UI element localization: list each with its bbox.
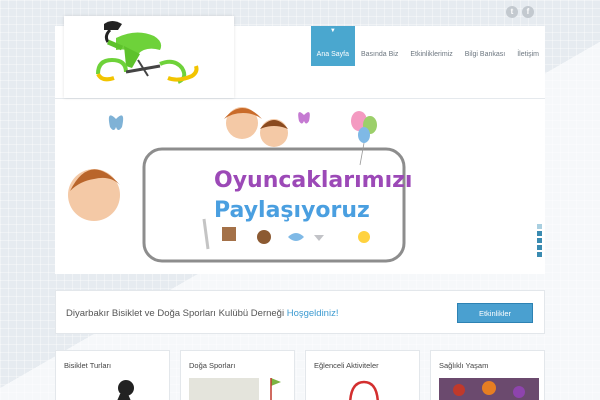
slider-dot[interactable] xyxy=(537,252,542,257)
card-doga-sporlari[interactable]: Doğa Sporları xyxy=(180,350,295,400)
nav-item-label: Basında Biz xyxy=(360,51,399,58)
nature-thumbnail-icon xyxy=(189,378,281,400)
nav-item-bilgi-bankasi[interactable]: Bilgi Bankası xyxy=(459,26,511,66)
welcome-message: Diyarbakır Bisiklet ve Doğa Sporları Kul… xyxy=(66,308,287,319)
nav-item-label: İletişim xyxy=(517,51,539,58)
welcome-highlight: Hoşgeldiniz! xyxy=(286,308,339,319)
slider-pagination xyxy=(537,224,542,257)
health-thumbnail-icon xyxy=(439,378,539,400)
facebook-icon[interactable]: f xyxy=(522,6,534,18)
card-eglenceli-aktiviteler[interactable]: Eğlenceli Aktiviteler xyxy=(305,350,420,400)
slide-headline-line1: Oyuncaklarımızı xyxy=(214,168,412,193)
slider-dot[interactable] xyxy=(537,245,542,250)
card-saglikli-yasam[interactable]: Sağlıklı Yaşam xyxy=(430,350,545,400)
slider-dot[interactable] xyxy=(537,224,542,229)
slider-dot[interactable] xyxy=(537,238,542,243)
card-title: Bisiklet Turları xyxy=(64,361,112,370)
nav-item-label: Bilgi Bankası xyxy=(464,51,506,58)
slide-image: Oyuncaklarımızı Paylaşıyoruz xyxy=(68,107,412,263)
hero-slider[interactable]: Oyuncaklarımızı Paylaşıyoruz xyxy=(55,98,545,274)
slide-headline-line2: Paylaşıyoruz xyxy=(214,198,370,223)
nav-item-iletisim[interactable]: İletişim xyxy=(511,26,545,66)
welcome-banner: Diyarbakır Bisiklet ve Doğa Sporları Kul… xyxy=(55,290,545,334)
twitter-icon[interactable]: t xyxy=(506,6,518,18)
nav-item-etkinliklerimiz[interactable]: Etkinliklerimiz xyxy=(404,26,458,66)
activity-thumbnail-icon xyxy=(349,380,379,400)
nav-item-label: Ana Sayfa xyxy=(316,51,349,58)
card-title: Doğa Sporları xyxy=(189,361,236,370)
welcome-text: Diyarbakır Bisiklet ve Doğa Sporları Kul… xyxy=(66,308,338,319)
chevron-down-icon: ▼ xyxy=(329,28,336,34)
nav-item-basinda-biz[interactable]: Basında Biz xyxy=(355,26,404,66)
card-bisiklet-turlari[interactable]: Bisiklet Turları xyxy=(55,350,170,400)
events-button[interactable]: Etkinlikler xyxy=(457,303,533,323)
card-title: Eğlenceli Aktiviteler xyxy=(314,361,379,370)
main-navigation: ▼ Ana Sayfa Basında Biz Etkinliklerimiz … xyxy=(310,26,545,66)
cyclist-logo-icon xyxy=(96,21,199,84)
cyclist-thumbnail-icon xyxy=(117,380,134,400)
slider-dot[interactable] xyxy=(537,231,542,236)
nav-item-ana-sayfa[interactable]: ▼ Ana Sayfa xyxy=(310,26,355,66)
site-logo[interactable] xyxy=(64,16,234,98)
nav-item-label: Etkinliklerimiz xyxy=(410,51,453,58)
social-links: t f xyxy=(506,6,534,18)
feature-cards: Bisiklet Turları Doğa Sporları Eğlenceli… xyxy=(55,350,545,400)
card-title: Sağlıklı Yaşam xyxy=(439,361,489,370)
